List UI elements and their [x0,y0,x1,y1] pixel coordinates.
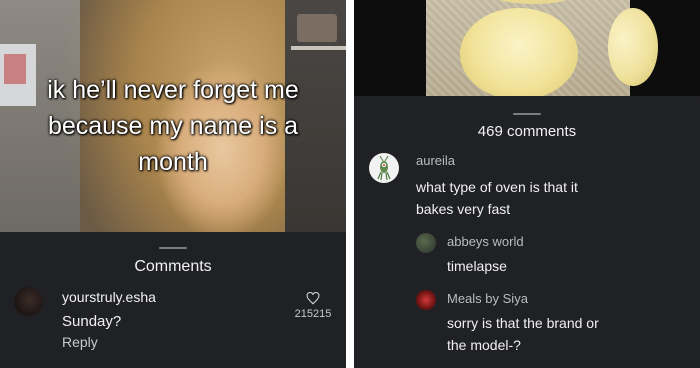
comments-sheet: Comments yourstruly.esha Sunday? Reply 2… [0,232,346,368]
drag-handle[interactable] [159,247,187,249]
comment-username[interactable]: aureila [416,153,455,168]
avatar[interactable] [14,287,43,316]
avatar[interactable] [416,290,436,310]
video-caption-overlay: ik he’ll never forget me because my name… [47,76,299,176]
video-frame-girl[interactable]: ik he’ll never forget me because my name… [0,0,346,232]
comment-username[interactable]: abbeys world [447,234,524,249]
comments-sheet: 469 comments aureila what type of oven i… [354,96,700,368]
avatar[interactable] [369,153,399,183]
comment-text: what type of oven is that it bakes very … [416,179,578,217]
video-letterbox-left [354,0,426,96]
comment-text: timelapse [447,258,507,274]
comment-text: Sunday? [62,313,122,330]
bun [460,8,578,100]
reply-button[interactable]: Reply [62,334,98,350]
right-screenshot-panel: 469 comments aureila what type of oven i… [354,0,700,368]
comment-username[interactable]: yourstruly.esha [62,289,156,305]
like-count: 215215 [294,308,332,320]
left-screenshot-panel: ik he’ll never forget me because my name… [0,0,346,368]
heart-outline-icon [306,292,320,305]
comments-title: Comments [134,258,212,275]
video-frame-buns[interactable] [426,0,658,100]
like-button[interactable]: 215215 [288,292,338,320]
comment-username[interactable]: Meals by Siya [447,291,528,306]
comment-text: sorry is that the brand or the model-? [447,315,599,353]
avatar[interactable] [416,233,436,253]
drag-handle[interactable] [513,113,541,115]
plankton-icon [377,155,391,181]
comments-count-title: 469 comments [477,123,577,140]
bun [608,8,658,86]
